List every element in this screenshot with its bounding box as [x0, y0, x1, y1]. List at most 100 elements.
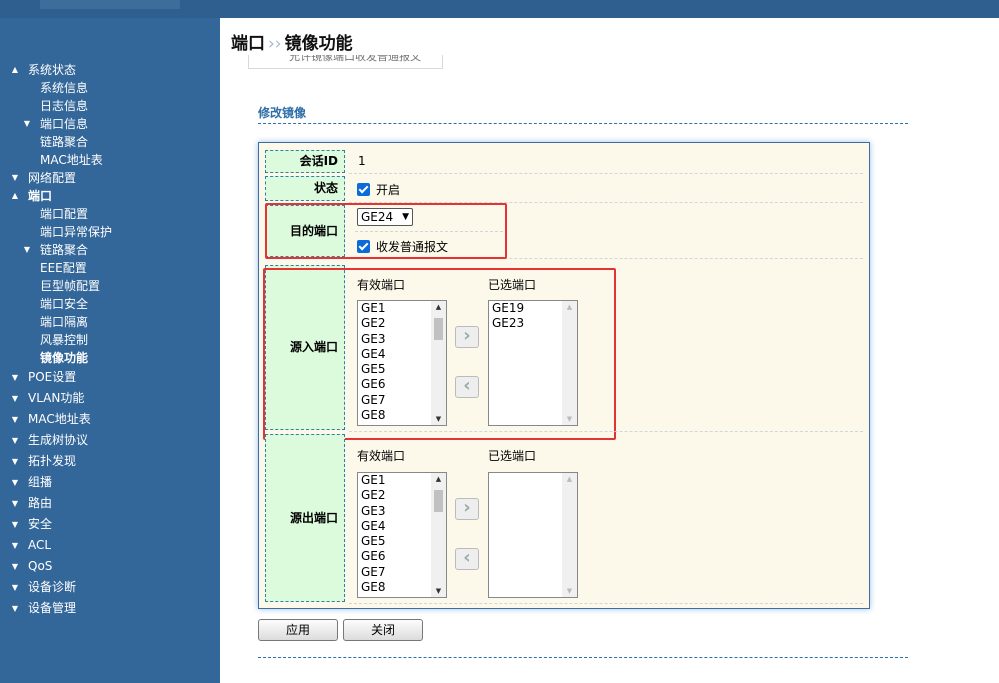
sidebar-item[interactable]: ▼ 网络配置 — [0, 169, 220, 187]
scrolled-out-content: 允许镜像端口收发普通报文 — [248, 55, 443, 69]
highlight-box-source-in — [263, 268, 616, 440]
sidebar-item[interactable]: ▼ VLAN功能 — [0, 388, 220, 409]
sidebar-item-label: 日志信息 — [40, 99, 89, 113]
sidebar-item[interactable]: ▼ POE设置 — [0, 367, 220, 388]
sidebar-item[interactable]: 镜像功能 — [0, 349, 220, 367]
sidebar-item-label: 系统状态 — [28, 63, 77, 77]
sidebar-item-label: 链路聚合 — [40, 243, 89, 257]
chevron-down-icon: ▼ — [23, 245, 31, 254]
sidebar-item[interactable]: ▼ 安全 — [0, 514, 220, 535]
sidebar-item-label: 生成树协议 — [28, 433, 89, 447]
chevron-down-icon: ▼ — [11, 415, 19, 424]
sidebar-item-label: 网络配置 — [28, 171, 77, 185]
chevron-down-icon: ▼ — [23, 119, 31, 128]
sidebar-item[interactable]: ▼ MAC地址表 — [0, 409, 220, 430]
chevron-down-icon: ▼ — [11, 436, 19, 445]
chevron-down-icon: ▼ — [11, 562, 19, 571]
chevron-up-icon: ▲ — [11, 65, 19, 74]
sidebar-item[interactable]: 系统信息 — [0, 79, 220, 97]
scroll-down-icon[interactable]: ▼ — [431, 587, 446, 595]
source-out-selected-header: 已选端口 — [488, 449, 537, 463]
chevron-down-icon: ▼ — [11, 583, 19, 592]
sidebar-item[interactable]: 端口安全 — [0, 295, 220, 313]
scroll-down-icon[interactable]: ▼ — [562, 587, 577, 595]
source-out-remove-button[interactable]: ‹ — [455, 548, 479, 570]
sidebar-item[interactable]: EEE配置 — [0, 259, 220, 277]
sidebar-item[interactable]: ▼ QoS — [0, 556, 220, 577]
sidebar-menu: ▲ 系统状态系统信息日志信息 ▼ 端口信息链路聚合 MAC地址表 ▼ 网络配置 ▲ 端口 端口配置… — [0, 61, 220, 619]
sidebar-item-label: 巨型帧配置 — [40, 279, 101, 293]
scroll-thumb[interactable] — [434, 490, 443, 512]
source-out-add-button[interactable]: › — [455, 498, 479, 520]
breadcrumb-parent[interactable]: 端口 — [231, 34, 265, 54]
chevron-up-icon: ▲ — [11, 191, 19, 200]
sidebar-item-label: 风暴控制 — [40, 333, 89, 347]
sidebar-item[interactable]: ▼ 拓扑发现 — [0, 451, 220, 472]
status-enable-checkbox[interactable] — [357, 183, 370, 196]
sidebar-item[interactable]: ▼ 生成树协议 — [0, 430, 220, 451]
top-banner-tab — [40, 0, 180, 9]
sidebar-item-label: 系统信息 — [40, 81, 89, 95]
row-divider — [349, 603, 863, 604]
sidebar-item[interactable]: 风暴控制 — [0, 331, 220, 349]
sidebar-item[interactable]: ▲ 端口 — [0, 187, 220, 205]
sidebar-item-label: 设备管理 — [28, 601, 77, 615]
chevron-down-icon: ▼ — [11, 541, 19, 550]
scrollbar[interactable]: ▲ ▼ — [562, 473, 577, 597]
sidebar-item-label: 链路聚合 — [40, 135, 89, 149]
source-out-available-list[interactable]: GE1 GE2 GE3 GE4 GE5 GE6 GE7 GE8 ▲ ▼ — [357, 472, 447, 598]
sidebar-item[interactable]: 日志信息 — [0, 97, 220, 115]
sidebar-item[interactable]: ▼ 设备诊断 — [0, 577, 220, 598]
apply-button[interactable]: 应用 — [258, 619, 338, 641]
sidebar-item[interactable]: 端口隔离 — [0, 313, 220, 331]
sidebar-item[interactable]: ▼ 组播 — [0, 472, 220, 493]
sidebar-item[interactable]: ▼ ACL — [0, 535, 220, 556]
chevron-down-icon: ▼ — [11, 478, 19, 487]
sidebar-item-label: QoS — [28, 559, 53, 573]
row-divider — [349, 173, 863, 174]
scrolled-out-text: 允许镜像端口收发普通报文 — [289, 55, 421, 63]
scrollbar[interactable]: ▲ ▼ — [431, 473, 446, 597]
sidebar-item-label: 端口异常保护 — [40, 225, 113, 239]
breadcrumb-separator: ›› — [268, 34, 282, 54]
sidebar-item[interactable]: ▼ 端口信息 — [0, 115, 220, 133]
session-id-value: 1 — [358, 154, 366, 168]
source-out-available-header: 有效端口 — [357, 449, 406, 463]
sidebar-item-label: 拓扑发现 — [28, 454, 77, 468]
sidebar-item[interactable]: ▼ 路由 — [0, 493, 220, 514]
chevron-down-icon: ▼ — [11, 499, 19, 508]
sidebar-item[interactable]: 端口异常保护 — [0, 223, 220, 241]
chevron-down-icon: ▼ — [11, 604, 19, 613]
chevron-down-icon: ▼ — [11, 394, 19, 403]
sidebar-item[interactable]: 端口配置 — [0, 205, 220, 223]
sidebar-item[interactable]: 链路聚合 — [0, 133, 220, 151]
chevron-down-icon: ▼ — [11, 173, 19, 182]
sidebar-item-label: ACL — [28, 538, 52, 552]
sidebar-item[interactable]: ▼ 链路聚合 — [0, 241, 220, 259]
sidebar-item-label: 安全 — [28, 517, 53, 531]
session-id-label: 会话ID — [265, 150, 345, 173]
sidebar-item[interactable]: 巨型帧配置 — [0, 277, 220, 295]
mirror-edit-panel: 会话ID 1 状态 开启 目的端口 GE24 ▼ 收发普通报文 源入端口 有效端… — [258, 142, 870, 609]
sidebar-item[interactable]: ▼ 设备管理 — [0, 598, 220, 619]
sidebar-item-label: MAC地址表 — [28, 412, 91, 426]
scroll-up-icon[interactable]: ▲ — [431, 475, 446, 483]
row-divider — [349, 431, 863, 432]
sidebar-item-label: EEE配置 — [40, 261, 87, 275]
highlight-box-dest — [265, 203, 507, 259]
scroll-up-icon[interactable]: ▲ — [562, 475, 577, 483]
close-button[interactable]: 关闭 — [343, 619, 423, 641]
page-title: 端口 ›› 镜像功能 — [231, 29, 353, 54]
top-banner — [0, 0, 999, 18]
status-field: 开启 — [357, 181, 400, 198]
chevron-down-icon: ▼ — [11, 520, 19, 529]
chevron-down-icon: ▼ — [11, 457, 19, 466]
sidebar-item[interactable]: ▲ 系统状态 — [0, 61, 220, 79]
source-out-selected-list[interactable]: ▲ ▼ — [488, 472, 578, 598]
sidebar-item-label: 组播 — [28, 475, 53, 489]
sidebar-item[interactable]: MAC地址表 — [0, 151, 220, 169]
section-divider-top — [258, 123, 908, 124]
section-title: 修改镜像 — [258, 106, 307, 120]
sidebar-item-label: POE设置 — [28, 370, 77, 384]
chevron-down-icon: ▼ — [11, 373, 19, 382]
